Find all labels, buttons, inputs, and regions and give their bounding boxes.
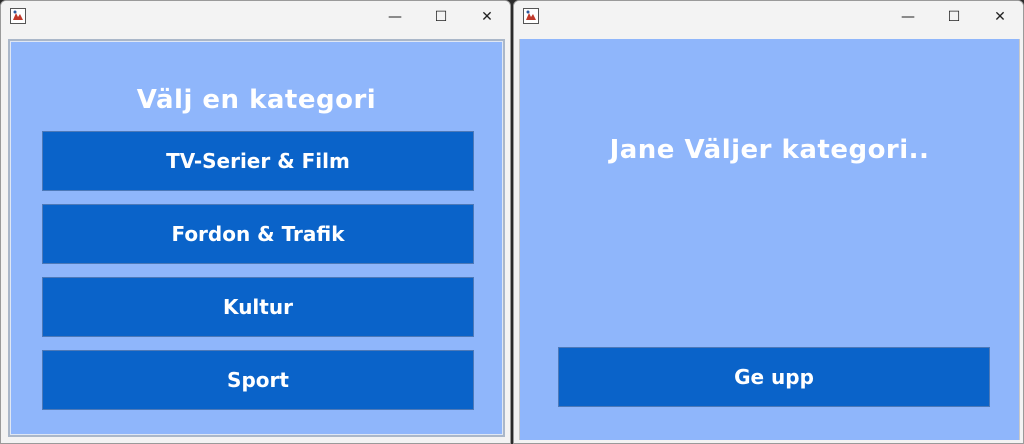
category-button-label: Fordon & Trafik [171,222,345,246]
minimize-button[interactable]: — [372,1,418,33]
category-button-culture[interactable]: Kultur [42,277,474,337]
give-up-button[interactable]: Ge upp [558,347,990,407]
category-panel: Välj en kategori TV-Serier & Film Fordon… [8,39,505,437]
java-app-icon [10,8,26,24]
category-button-label: TV-Serier & Film [166,149,350,173]
maximize-button[interactable]: ☐ [418,1,464,33]
category-button-tv-series-film[interactable]: TV-Serier & Film [42,131,474,191]
category-button-label: Kultur [223,295,293,319]
minimize-icon: — [388,9,402,25]
titlebar: — ☐ ✕ [1,1,510,33]
waiting-status-heading: Jane Väljer kategori.. [609,135,930,165]
java-app-icon [523,8,539,24]
minimize-icon: — [901,9,915,25]
maximize-icon: ☐ [947,9,961,25]
close-button[interactable]: ✕ [977,1,1023,33]
category-select-window: — ☐ ✕ Välj en kategori TV-Serier & Film … [0,0,511,444]
waiting-window: — ☐ ✕ Jane Väljer kategori.. Ge upp [513,0,1024,444]
waiting-panel: Jane Väljer kategori.. Ge upp [519,39,1020,440]
maximize-icon: ☐ [434,9,448,25]
category-heading: Välj en kategori [136,85,377,115]
close-button[interactable]: ✕ [464,1,510,33]
minimize-button[interactable]: — [885,1,931,33]
close-icon: ✕ [994,9,1006,25]
give-up-button-label: Ge upp [734,365,814,389]
maximize-button[interactable]: ☐ [931,1,977,33]
category-button-label: Sport [227,368,289,392]
titlebar: — ☐ ✕ [514,1,1023,33]
close-icon: ✕ [481,9,493,25]
category-button-sport[interactable]: Sport [42,350,474,410]
category-button-vehicles-traffic[interactable]: Fordon & Trafik [42,204,474,264]
